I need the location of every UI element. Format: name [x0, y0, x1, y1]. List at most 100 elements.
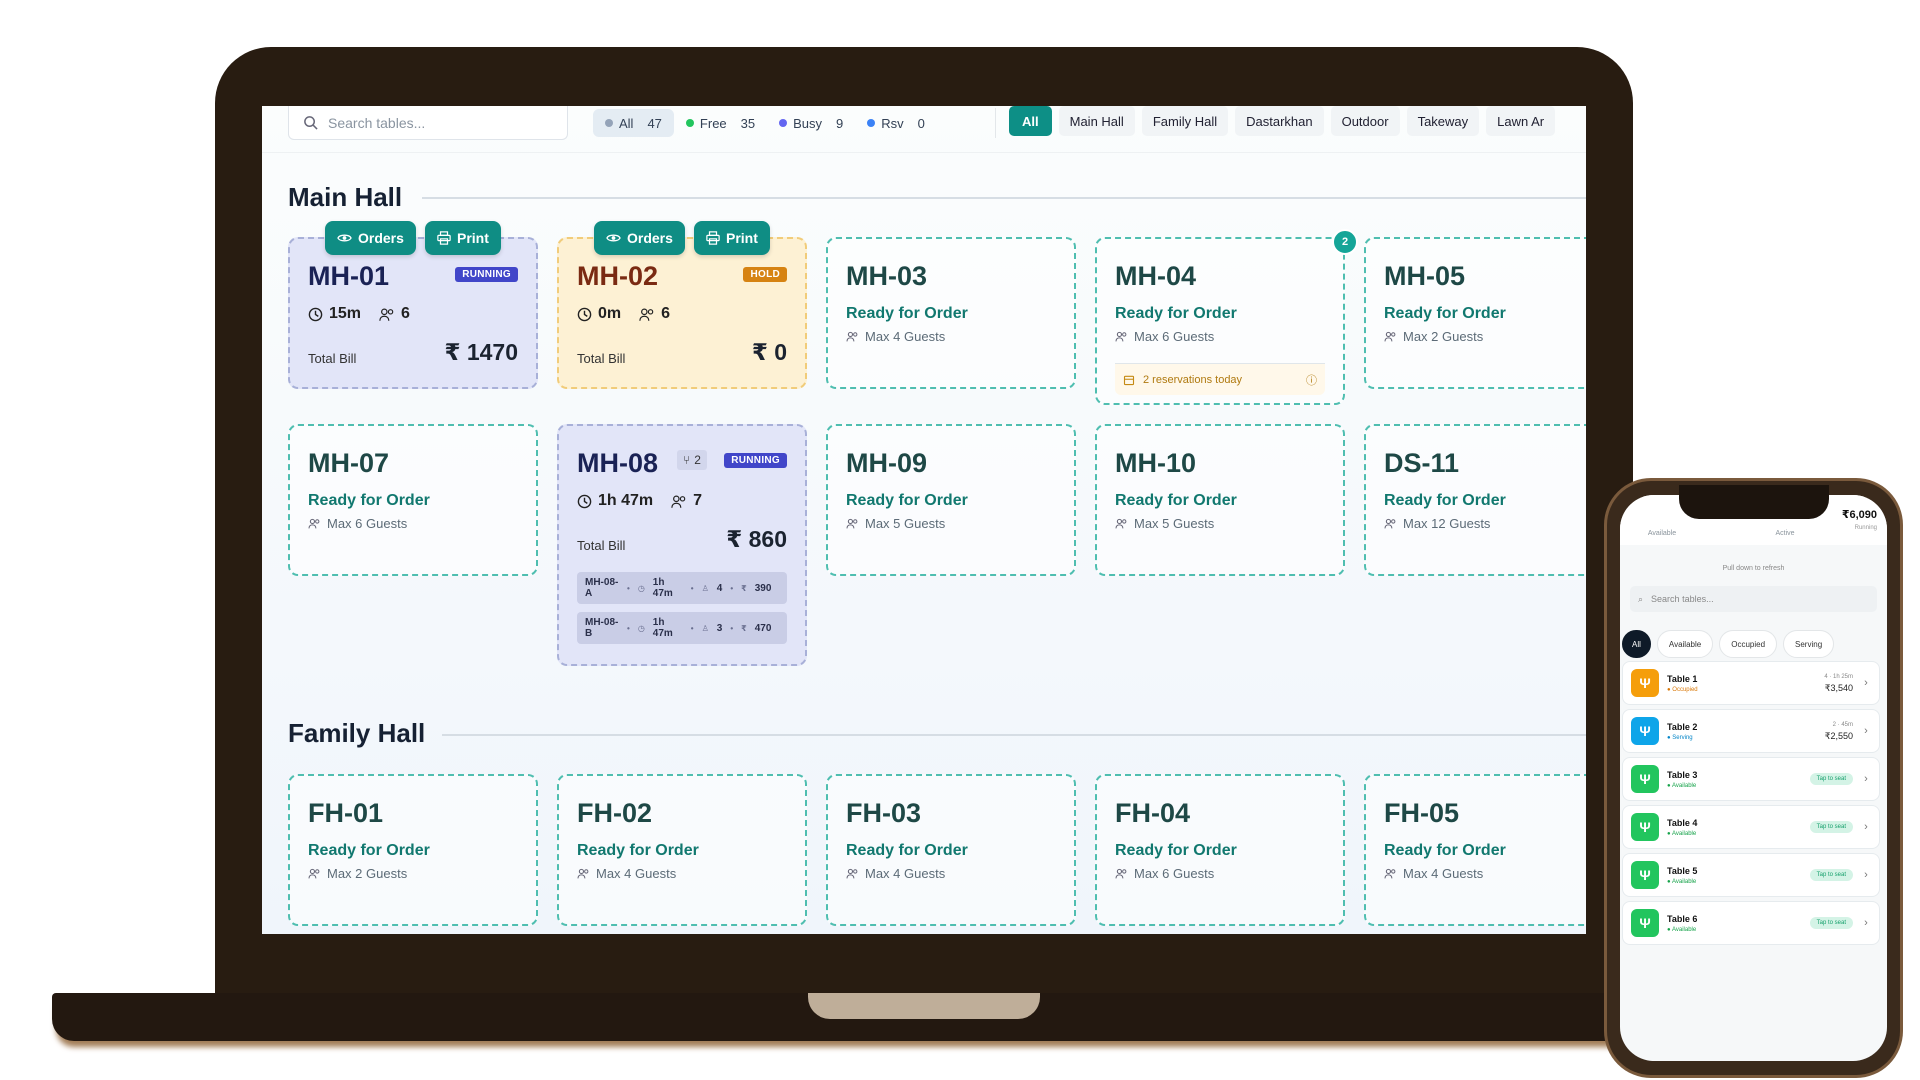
- info-icon: ⓘ: [1306, 374, 1317, 387]
- phone-filter-occupied[interactable]: Occupied: [1719, 630, 1778, 658]
- table-code: MH-08: [577, 448, 659, 478]
- max-guests: Max 4 Guests: [1384, 866, 1483, 881]
- tab-all[interactable]: All: [1009, 106, 1052, 136]
- phone-table-row[interactable]: Ψ Table 1 ● Occupied 4 · 1h 25m ₹3,540 ›: [1622, 661, 1880, 705]
- max-guests-text: Max 2 Guests: [1403, 329, 1484, 344]
- status-label: All: [619, 115, 634, 131]
- table-card-fh-02[interactable]: FH-02 Ready for Order Max 4 Guests: [557, 774, 807, 926]
- pull-to-refresh-hint: Pull down to refresh: [1722, 565, 1785, 572]
- split-count: 2: [694, 453, 701, 467]
- guest-count: 6: [661, 305, 671, 322]
- table-card-fh-04[interactable]: FH-04 Ready for Order Max 6 Guests: [1095, 774, 1345, 926]
- phone-table-row[interactable]: Ψ Table 2 ● Serving 2 · 45m ₹2,550 ›: [1622, 709, 1880, 753]
- table-card-fh-05[interactable]: FH-05 Ready for Order Max 4 Guests: [1364, 774, 1586, 926]
- max-guests: Max 5 Guests: [846, 516, 945, 531]
- running-total-value: ₹6,090: [1841, 509, 1877, 521]
- area-tabs: All Main Hall Family Hall Dastarkhan Out…: [1009, 106, 1556, 136]
- section-divider: [422, 197, 1586, 199]
- guests-icon: [308, 868, 320, 879]
- max-guests: Max 4 Guests: [846, 329, 945, 344]
- print-label: Print: [457, 230, 489, 246]
- guests-icon: [1384, 331, 1396, 342]
- table-status-text: Ready for Order: [308, 842, 430, 859]
- separator-dot: •: [690, 583, 694, 593]
- calendar-icon: [1123, 375, 1135, 385]
- tap-to-seat-button[interactable]: Tap to seat: [1809, 773, 1853, 785]
- running-total-label: Running: [1854, 525, 1877, 531]
- orders-button[interactable]: Orders: [325, 221, 416, 255]
- table-meta: 0m 6: [577, 305, 670, 323]
- search-input[interactable]: Search tables...: [288, 106, 568, 140]
- phone-table-row[interactable]: Ψ Table 4 ● Available Tap to seat ›: [1622, 805, 1880, 849]
- table-card-ds-11[interactable]: DS-11 Ready for Order Max 12 Guests: [1364, 424, 1586, 576]
- print-button[interactable]: Print: [425, 221, 501, 255]
- max-guests-text: Max 4 Guests: [865, 866, 946, 881]
- print-button[interactable]: Print: [694, 221, 770, 255]
- table-card-mh-02[interactable]: MH-02 HOLD 0m 6 Total Bill ₹ 0: [557, 237, 807, 389]
- phone-stat-label: Active: [1775, 530, 1795, 537]
- search-icon: ⌕: [1638, 593, 1644, 604]
- status-label: Free: [699, 115, 727, 131]
- status-filter-busy[interactable]: Busy 9: [767, 109, 855, 137]
- table-card-mh-09[interactable]: MH-09 Ready for Order Max 5 Guests: [826, 424, 1076, 576]
- sub-table-guests: 3: [716, 622, 723, 634]
- sub-table-row[interactable]: MH-08-B • ◷ 1h 47m • ♙ 3 • ₹ 470: [577, 612, 787, 644]
- tab-family-hall[interactable]: Family Hall: [1141, 106, 1229, 136]
- orders-button[interactable]: Orders: [594, 221, 685, 255]
- tab-outdoor[interactable]: Outdoor: [1330, 106, 1400, 136]
- laptop-trackpad-notch: [808, 993, 1040, 1019]
- phone-screen: Available Active ₹6,090 Running Pull down…: [1620, 495, 1887, 1061]
- phone-table-status: ● Available: [1667, 830, 1697, 837]
- table-status-text: Ready for Order: [308, 492, 430, 509]
- table-card-mh-08[interactable]: MH-08 ⑂ 2 RUNNING 1h 47m 7 Total Bill ₹ 8…: [557, 424, 807, 666]
- tab-main-hall[interactable]: Main Hall: [1058, 106, 1135, 136]
- table-status-text: Ready for Order: [846, 305, 968, 322]
- status-count: 35: [740, 115, 756, 131]
- fork-knife-icon: Ψ: [1631, 861, 1659, 889]
- status-filter-free[interactable]: Free 35: [674, 109, 767, 137]
- phone-table-name: Table 5: [1667, 865, 1698, 876]
- phone-table-row[interactable]: Ψ Table 3 ● Available Tap to seat ›: [1622, 757, 1880, 801]
- tab-takeway[interactable]: Takeway: [1406, 106, 1480, 136]
- table-card-mh-04[interactable]: MH-04 Ready for Order Max 6 Guests 2 res…: [1095, 237, 1345, 405]
- phone-filter-all[interactable]: All: [1622, 630, 1651, 658]
- total-bill-label: Total Bill: [308, 351, 357, 366]
- phone-filter-serving[interactable]: Serving: [1783, 630, 1835, 658]
- guest-count: 6: [401, 305, 410, 322]
- clock-icon: ◷: [637, 623, 645, 633]
- tap-to-seat-button[interactable]: Tap to seat: [1809, 821, 1853, 833]
- table-card-mh-07[interactable]: MH-07 Ready for Order Max 6 Guests: [288, 424, 538, 576]
- table-card-fh-03[interactable]: FH-03 Ready for Order Max 4 Guests: [826, 774, 1076, 926]
- table-card-mh-01[interactable]: MH-01 RUNNING 15m 6 Total Bill ₹ 1470: [288, 237, 538, 389]
- table-card-fh-01[interactable]: FH-01 Ready for Order Max 2 Guests: [288, 774, 538, 926]
- tab-dastarkhan[interactable]: Dastarkhan: [1235, 106, 1324, 136]
- tap-to-seat-button[interactable]: Tap to seat: [1809, 917, 1853, 929]
- guests-icon: [671, 495, 686, 508]
- status-filter-group: All 47 Free 35 Busy 9 Rsv 0: [593, 108, 937, 138]
- table-meta: 15m 6: [308, 305, 410, 323]
- phone-table-row[interactable]: Ψ Table 6 ● Available Tap to seat ›: [1622, 901, 1880, 945]
- phone-table-status-text: Serving: [1672, 734, 1693, 741]
- search-placeholder: Search tables...: [328, 114, 426, 131]
- phone-search-input[interactable]: ⌕ Search tables...: [1630, 586, 1877, 612]
- max-guests-text: Max 6 Guests: [327, 516, 408, 531]
- status-badge: HOLD: [743, 267, 787, 282]
- guests-icon: [379, 308, 394, 321]
- fork-knife-icon: Ψ: [1631, 909, 1659, 937]
- table-card-mh-05[interactable]: MH-05 Ready for Order Max 2 Guests: [1364, 237, 1586, 389]
- max-guests: Max 5 Guests: [1115, 516, 1214, 531]
- tap-to-seat-button[interactable]: Tap to seat: [1809, 869, 1853, 881]
- sub-table-row[interactable]: MH-08-A • ◷ 1h 47m • ♙ 4 • ₹ 390: [577, 572, 787, 604]
- phone-table-row[interactable]: Ψ Table 5 ● Available Tap to seat ›: [1622, 853, 1880, 897]
- max-guests: Max 4 Guests: [577, 866, 676, 881]
- tab-lawn-area[interactable]: Lawn Ar: [1486, 106, 1556, 136]
- status-filter-all[interactable]: All 47: [593, 109, 674, 137]
- reservations-notice[interactable]: 2 reservations today ⓘ: [1115, 363, 1325, 395]
- max-guests-text: Max 5 Guests: [865, 516, 946, 531]
- table-card-mh-10[interactable]: MH-10 Ready for Order Max 5 Guests: [1095, 424, 1345, 576]
- phone-filter-available[interactable]: Available: [1656, 630, 1714, 658]
- table-status-text: Ready for Order: [1384, 305, 1506, 322]
- status-filter-reserved[interactable]: Rsv 0: [855, 109, 937, 137]
- total-bill-label: Total Bill: [577, 351, 626, 366]
- table-card-mh-03[interactable]: MH-03 Ready for Order Max 4 Guests: [826, 237, 1076, 389]
